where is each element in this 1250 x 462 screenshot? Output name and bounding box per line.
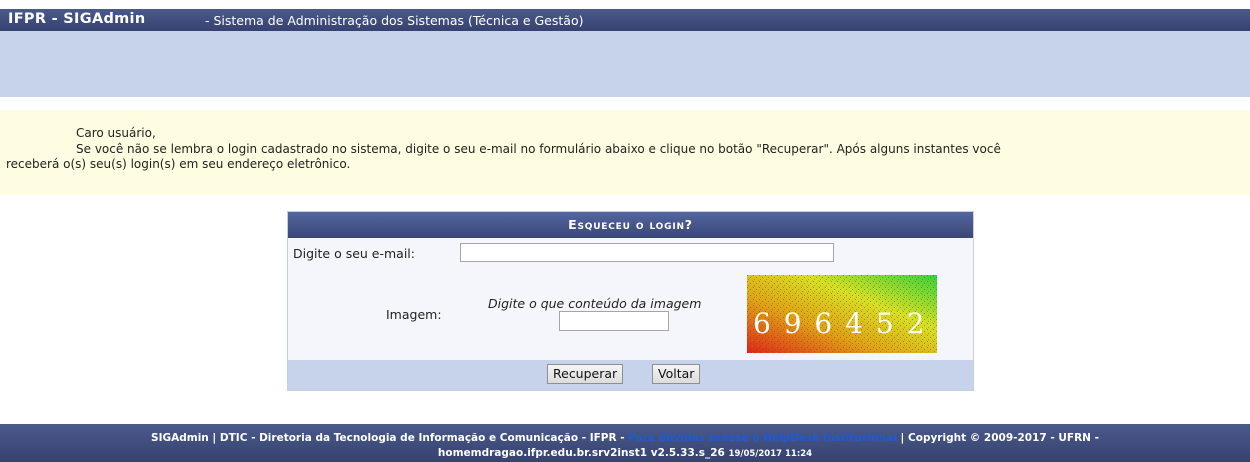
image-label: Imagem: [386,307,442,322]
footer-timestamp: 19/05/2017 11:24 [728,449,813,459]
notice-greeting: Caro usuário, [76,126,156,140]
recover-button[interactable]: Recuperar [547,364,624,384]
footer-credits: SIGAdmin | DTIC - Diretoria da Tecnologi… [151,432,625,444]
captcha-input[interactable] [559,311,669,331]
footer-copyright: | Copyright © 2009-2017 - UFRN - [900,432,1099,444]
footer-host: homemdragao.ifpr.edu.br.srv2inst1 v2.5.3… [437,447,725,459]
helpdesk-link[interactable]: Para dúvidas acesse o HelpDesk Instituci… [628,432,897,444]
footer-line-1: SIGAdmin | DTIC - Diretoria da Tecnologi… [0,432,1250,444]
forgot-login-form: Esqueceu o login? Digite o seu e-mail: I… [287,211,974,391]
email-label: Digite o seu e-mail: [293,246,415,261]
email-input[interactable] [460,243,834,262]
top-bar: IFPR - SIGAdmin - Sistema de Administraç… [0,9,1250,31]
captcha-image: 6 9 6 4 5 2 [747,275,937,353]
form-actions: Recuperar Voltar [288,360,973,390]
captcha-text: 6 9 6 4 5 2 [753,307,926,340]
notice-line-1: Se você não se lembra o login cadastrado… [76,142,1001,156]
form-title: Esqueceu o login? [288,212,973,238]
notice-line-2: receberá o(s) seu(s) login(s) em seu end… [6,157,351,171]
system-name: - Sistema de Administração dos Sistemas … [205,13,584,28]
captcha-hint: Digite o que conteúdo da imagem [488,296,702,311]
footer-line-2: homemdragao.ifpr.edu.br.srv2inst1 v2.5.3… [0,447,1250,459]
info-notice: Caro usuário, Se você não se lembra o lo… [0,110,1250,195]
header-band [0,31,1250,97]
app-name: IFPR - SIGAdmin [8,11,146,27]
back-button[interactable]: Voltar [652,364,701,384]
footer: SIGAdmin | DTIC - Diretoria da Tecnologi… [0,424,1250,462]
